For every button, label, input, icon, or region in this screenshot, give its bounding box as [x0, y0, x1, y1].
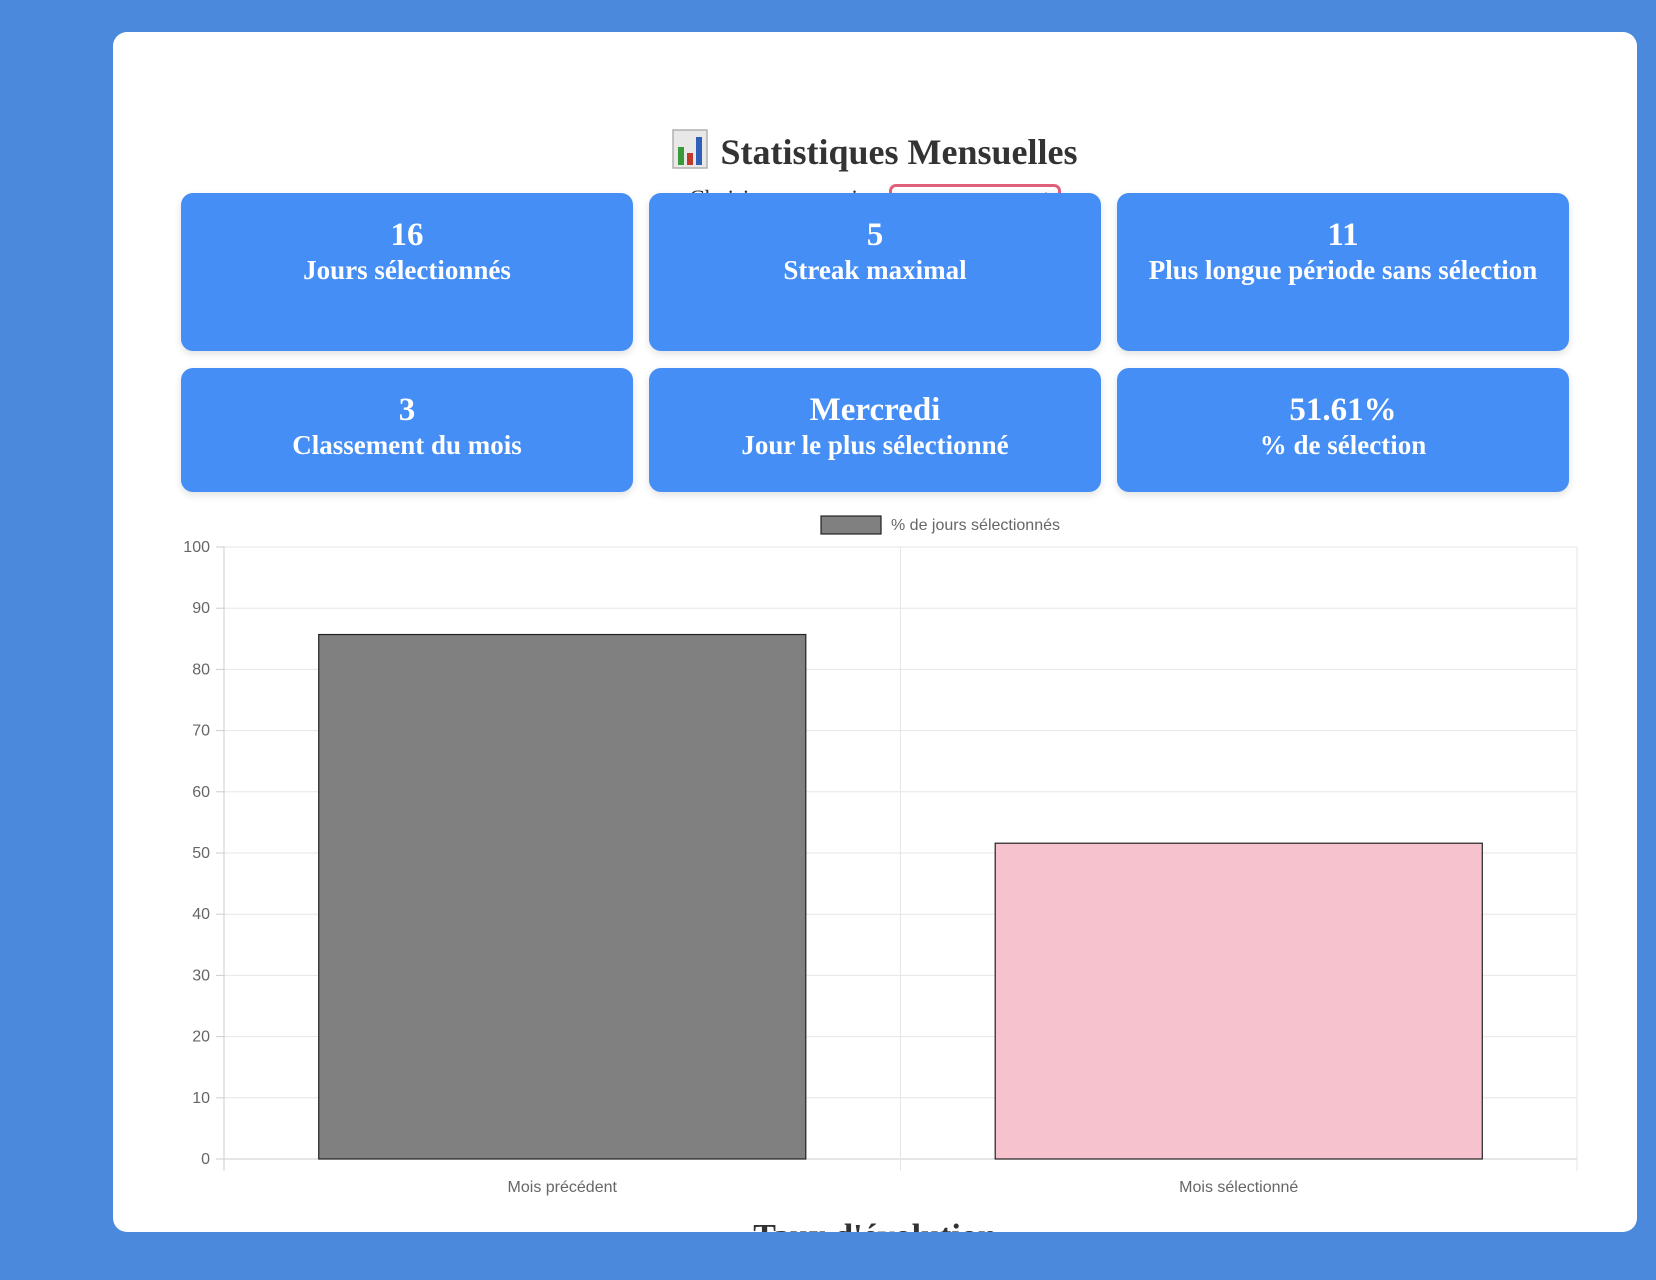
bar: [318, 633, 807, 1160]
evolution-heading: Taux d'évolution: [113, 1218, 1637, 1232]
y-tick-label: 30: [192, 967, 210, 984]
y-tick-label: 40: [192, 906, 210, 923]
x-tick-label: Mois sélectionné: [1179, 1179, 1298, 1196]
y-tick-label: 70: [192, 723, 210, 740]
y-tick-label: 90: [192, 600, 210, 617]
y-tick-label: 0: [201, 1151, 210, 1168]
legend-label: % de jours sélectionnés: [891, 517, 1060, 534]
comparison-bar-chart: 0 10 20 30 40 50 60 70 80 90 100 Mois précédent Mois…: [183, 515, 1578, 1196]
stats-panel: Statistiques Mensuelles Choisissez un mo…: [113, 32, 1637, 1232]
bar: [994, 842, 1483, 1160]
y-tick-label: 100: [183, 539, 210, 556]
y-tick-label: 60: [192, 784, 210, 801]
y-tick-label: 10: [192, 1090, 210, 1107]
x-tick-label: Mois précédent: [508, 1179, 618, 1196]
y-tick-label: 20: [192, 1029, 210, 1046]
y-tick-label: 80: [192, 661, 210, 678]
legend-swatch: [820, 515, 882, 535]
y-tick-label: 50: [192, 845, 210, 862]
